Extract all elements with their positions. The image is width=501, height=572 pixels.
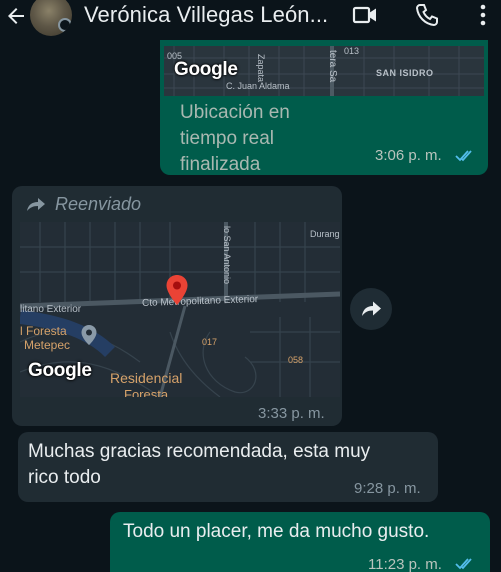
contact-name[interactable]: Verónica Villegas León...: [84, 2, 328, 28]
map-label: San Isidro: [376, 68, 434, 78]
outgoing-message-bubble[interactable]: Todo un placer, me da mucho gusto. 11:23…: [110, 512, 490, 572]
google-logo: Google: [174, 59, 238, 80]
map-label: Metepec: [24, 338, 71, 352]
place-marker-icon: [81, 325, 97, 345]
video-call-icon[interactable]: [352, 2, 378, 28]
forward-arrow-icon: [362, 301, 381, 316]
map-label: Residencial: [110, 370, 183, 386]
message-time: 11:23 p. m.: [368, 556, 442, 572]
map-label: 058: [288, 355, 304, 365]
incoming-message-bubble[interactable]: Muchas gracias recomendada, esta muy ric…: [18, 432, 438, 502]
message-text-line: Muchas gracias recomendada, esta muy: [28, 441, 371, 462]
forwarded-label: Reenviado: [55, 194, 142, 214]
read-ticks-icon: [455, 558, 472, 570]
message-text-line: rico todo: [28, 467, 101, 488]
map-label: 017: [202, 337, 218, 347]
live-location-bubble[interactable]: 005 Zapata 013 tera Sa San Isidro C. Jua…: [160, 30, 488, 175]
message-time: 3:06 p. m.: [375, 147, 442, 164]
chat-header: Verónica Villegas León...: [0, 0, 501, 40]
map-label: tera Sa: [327, 50, 338, 83]
map-label: Foresta: [124, 387, 169, 397]
map-label: lo San Antonio: [222, 226, 232, 285]
live-location-text: Ubicación en tiempo real finalizada: [180, 102, 290, 175]
forwarded-map[interactable]: Durang lo San Antonio Cto Metropolitano …: [20, 222, 340, 397]
more-vertical-icon[interactable]: [470, 2, 496, 28]
back-arrow-icon[interactable]: [4, 4, 28, 28]
contact-avatar[interactable]: [30, 0, 72, 36]
map-label: Zapata: [256, 54, 266, 83]
message-time: 3:33 p. m.: [258, 405, 325, 422]
google-logo: Google: [28, 360, 92, 381]
live-location-map[interactable]: 005 Zapata 013 tera Sa San Isidro C. Jua…: [164, 46, 484, 96]
map-label: litano Exterior: [20, 304, 82, 315]
status-indicator-icon: [58, 18, 72, 32]
phone-icon[interactable]: [414, 2, 440, 28]
forwarded-icon: [27, 198, 45, 211]
forward-button[interactable]: [350, 288, 392, 330]
map-label: C. Juan Aldama: [226, 81, 290, 91]
read-ticks-icon: [455, 150, 472, 162]
map-label: 013: [344, 46, 360, 56]
map-label: l Foresta: [20, 324, 67, 338]
message-time: 9:28 p. m.: [354, 480, 421, 497]
forwarded-map-bubble[interactable]: Reenviado Durang lo San Antonio Cto Metr…: [12, 186, 342, 426]
message-text: Todo un placer, me da mucho gusto.: [123, 521, 430, 542]
location-pin-icon: [166, 275, 188, 305]
map-label: Durang: [310, 229, 340, 239]
